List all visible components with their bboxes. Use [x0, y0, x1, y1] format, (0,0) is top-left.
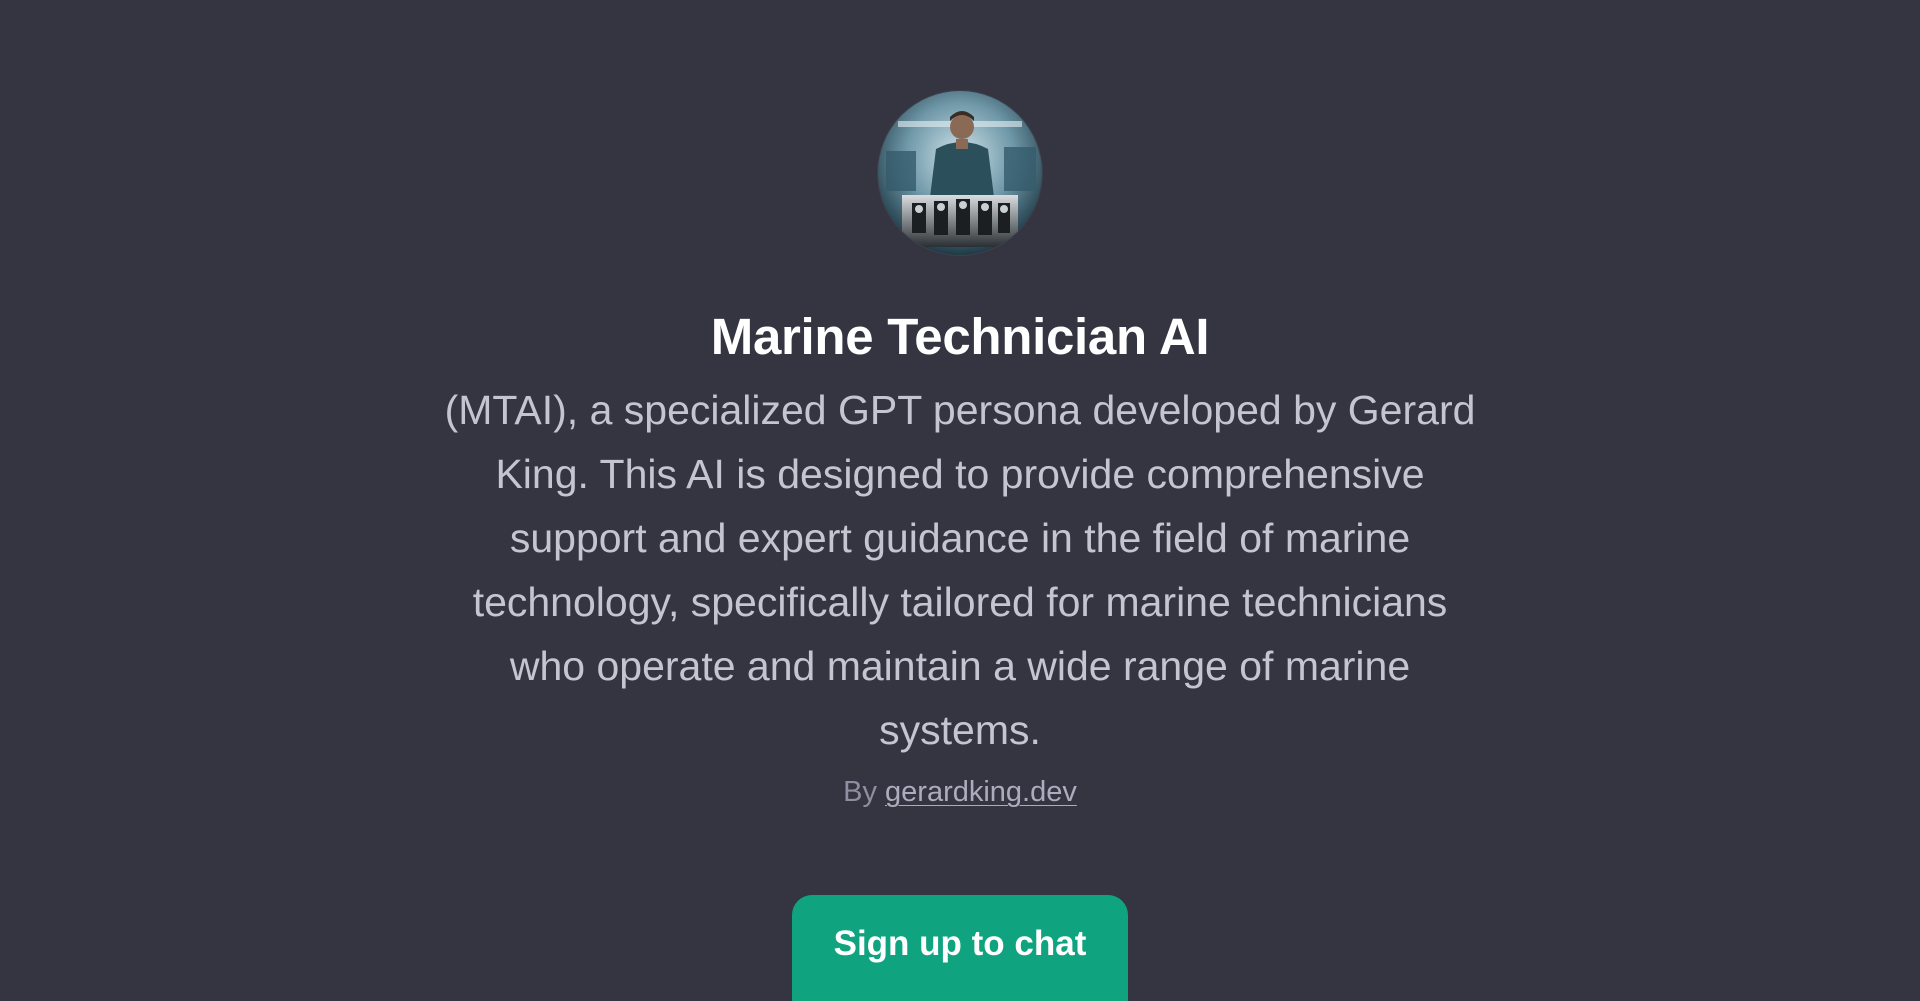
gpt-author: By gerardking.dev [0, 774, 1920, 810]
author-link[interactable]: gerardking.dev [885, 776, 1077, 808]
author-prefix: By [843, 776, 877, 808]
gpt-landing-page: Marine Technician AI (MTAI), a specializ… [0, 0, 1920, 1001]
sign-up-to-chat-button[interactable]: Sign up to chat [792, 895, 1128, 1001]
gpt-avatar [878, 91, 1042, 255]
marine-technician-portrait-icon [878, 91, 1042, 255]
gpt-description: (MTAI), a specialized GPT persona develo… [444, 387, 1476, 753]
gpt-title: Marine Technician AI [710, 308, 1210, 365]
